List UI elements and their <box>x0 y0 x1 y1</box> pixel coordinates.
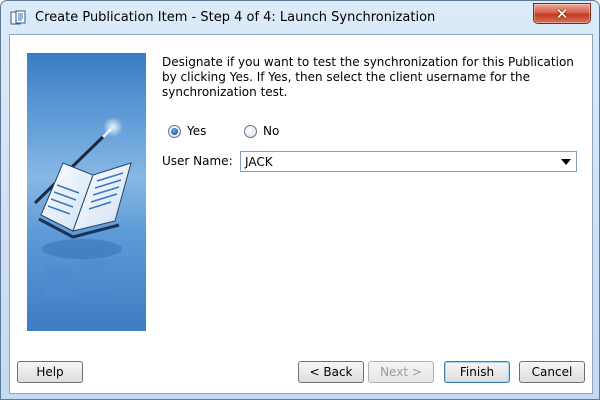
yes-radio-label: Yes <box>187 124 207 138</box>
username-value: JACK <box>245 154 273 169</box>
wizard-banner-image <box>27 53 146 331</box>
back-button[interactable]: < Back <box>298 361 364 383</box>
instruction-text: Designate if you want to test the synchr… <box>162 55 574 99</box>
close-button[interactable]: ✕ <box>533 3 591 24</box>
username-dropdown[interactable]: JACK <box>240 151 577 172</box>
title-bar[interactable]: Create Publication Item - Step 4 of 4: L… <box>1 1 599 34</box>
cancel-button[interactable]: Cancel <box>519 361 585 383</box>
help-button[interactable]: Help <box>17 361 83 383</box>
publication-wizard-icon <box>10 10 26 26</box>
dialog-window: Create Publication Item - Step 4 of 4: L… <box>0 0 600 400</box>
window-title: Create Publication Item - Step 4 of 4: L… <box>35 10 436 25</box>
no-radio-option[interactable]: No <box>244 124 279 138</box>
no-radio-button[interactable] <box>244 124 257 138</box>
no-radio-label: No <box>263 124 280 138</box>
finish-button[interactable]: Finish <box>444 361 510 383</box>
close-icon: ✕ <box>555 4 569 23</box>
dialog-content: Designate if you want to test the synchr… <box>9 34 593 394</box>
username-label: User Name: <box>162 154 233 168</box>
yes-radio-button[interactable] <box>168 124 181 138</box>
next-button[interactable]: Next > <box>368 361 434 383</box>
chevron-down-icon[interactable] <box>561 159 571 165</box>
yes-radio-option[interactable]: Yes <box>168 124 206 138</box>
